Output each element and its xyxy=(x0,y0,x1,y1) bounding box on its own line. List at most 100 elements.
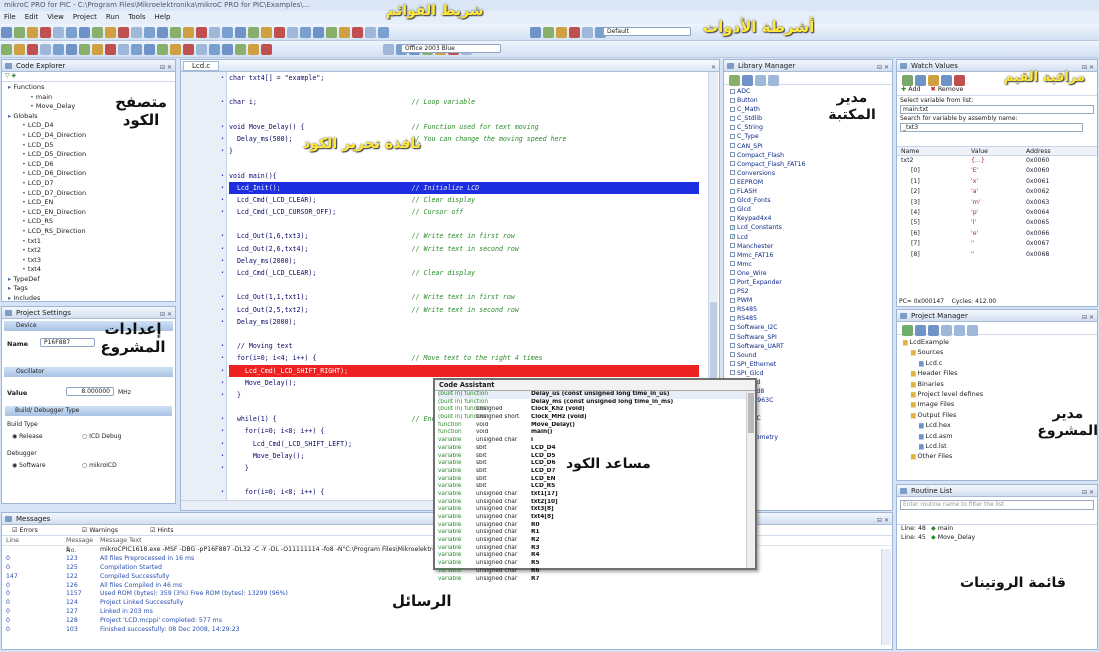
library-checkbox[interactable] xyxy=(730,270,735,276)
library-checkbox[interactable] xyxy=(730,215,735,221)
library-item[interactable]: C_Type xyxy=(724,132,892,141)
explorer-item[interactable]: • LCD_D6 xyxy=(4,160,175,170)
theme-select[interactable]: Office 2003 Blue xyxy=(401,44,501,53)
library-item[interactable]: Software_UART xyxy=(724,342,892,351)
toolbar-icon[interactable] xyxy=(313,27,324,38)
toolbar-icon[interactable] xyxy=(378,27,389,38)
library-checkbox[interactable] xyxy=(730,361,735,367)
code-assistant-item[interactable]: variable unsigned char R3 xyxy=(438,545,755,553)
explorer-item[interactable]: ▸ Functions xyxy=(4,83,175,93)
watch-pause-icon[interactable] xyxy=(928,75,939,86)
library-checkbox[interactable]: ✓ xyxy=(730,224,735,230)
menu-item-run[interactable]: Run xyxy=(106,13,119,21)
project-tree-item[interactable]: ▆ Project level defines xyxy=(903,389,1097,399)
toolbar-icon[interactable] xyxy=(183,27,194,38)
build-type-group[interactable]: Build/ Debugger Type xyxy=(5,406,172,416)
toolbar-icon[interactable] xyxy=(79,27,90,38)
code-assistant-item[interactable]: variable unsigned char txt4[8] xyxy=(438,514,755,522)
toolbar-icon[interactable] xyxy=(118,27,129,38)
toolbar-icon[interactable] xyxy=(157,27,168,38)
code-line[interactable]: Lcd_Out(2,5,txt2); // Write text in seco… xyxy=(229,304,699,316)
toolbar-icon[interactable] xyxy=(248,44,259,55)
toolbar-icon[interactable] xyxy=(352,27,363,38)
code-line[interactable] xyxy=(229,328,699,340)
toolbar-icon[interactable] xyxy=(383,44,394,55)
toolbar-icon[interactable] xyxy=(1,27,12,38)
code-assistant-item[interactable]: variable sbit LCD_D4 xyxy=(438,445,755,453)
project-tree-item[interactable]: ▆ Header Files xyxy=(903,368,1097,378)
code-assistant-item[interactable]: variable unsigned char txt2[10] xyxy=(438,499,755,507)
explorer-item[interactable]: ▸ Includes xyxy=(4,294,175,304)
project-tree-item[interactable]: ▆ Lcd.lst xyxy=(903,441,1097,451)
explorer-item[interactable]: • LCD_D4_Direction xyxy=(4,131,175,141)
menu-item-project[interactable]: Project xyxy=(73,13,97,21)
code-assistant-item[interactable]: variable unsigned char R4 xyxy=(438,552,755,560)
code-assistant-item[interactable]: variable sbit LCD_RS xyxy=(438,483,755,491)
library-checkbox[interactable] xyxy=(730,152,735,158)
config-select[interactable]: Default xyxy=(603,27,691,36)
select-variable-dropdown[interactable]: main:txt xyxy=(900,105,1094,114)
library-checkbox[interactable] xyxy=(730,261,735,267)
toolbar-icon[interactable] xyxy=(209,44,220,55)
hints-checkbox[interactable]: ☑ Hints xyxy=(150,527,173,534)
code-line[interactable] xyxy=(229,218,699,230)
code-line[interactable]: Delay_ms(2000); xyxy=(229,316,699,328)
explorer-item[interactable]: ▸ TypeDef xyxy=(4,275,175,285)
explorer-item[interactable]: • LCD_RS xyxy=(4,217,175,227)
watch-row[interactable]: [7] '' 0x0067 xyxy=(897,239,1097,249)
library-checkbox[interactable] xyxy=(730,206,735,212)
code-line[interactable]: Lcd_Init(); // Initialize LCD xyxy=(229,181,699,194)
toolbar-icon[interactable] xyxy=(14,44,25,55)
toolbar-icon[interactable] xyxy=(131,27,142,38)
watch-add-button[interactable]: ✚ Add xyxy=(901,86,921,93)
toolbar-icon[interactable] xyxy=(261,27,272,38)
watch-row[interactable]: [3] 'm' 0x0063 xyxy=(897,198,1097,208)
device-name-select[interactable]: P16F887 xyxy=(40,338,95,347)
library-item[interactable]: Keypad4x4 xyxy=(724,214,892,223)
routine-row[interactable]: Line: 45 ◆ Move_Delay xyxy=(897,534,1097,543)
project-tree-item[interactable]: ▆ Sources xyxy=(903,347,1097,357)
messages-scrollbar[interactable] xyxy=(881,549,891,645)
explorer-item[interactable]: • txt2 xyxy=(4,246,175,256)
menu-item-tools[interactable]: Tools xyxy=(128,13,145,21)
code-line[interactable]: void Move_Delay() { // Function used for… xyxy=(229,121,699,133)
library-checkbox[interactable] xyxy=(730,179,735,185)
explorer-item[interactable]: • txt4 xyxy=(4,265,175,275)
toolbar-icon[interactable] xyxy=(582,27,593,38)
watch-row[interactable]: [8] '' 0x0068 xyxy=(897,250,1097,260)
tab-lcd-c[interactable]: Lcd.c xyxy=(183,61,220,71)
mikroicd-radio[interactable]: ○ mikroICD xyxy=(82,462,117,469)
code-line[interactable]: char i; // Loop variable xyxy=(229,96,699,108)
search-variable-input[interactable]: _txt3 xyxy=(900,123,1083,132)
toolbar-icon[interactable] xyxy=(222,44,233,55)
errors-checkbox[interactable]: ☑ Errors xyxy=(12,527,38,534)
toolbar-icon[interactable] xyxy=(543,27,554,38)
explorer-item[interactable]: • LCD_D5_Direction xyxy=(4,150,175,160)
watch-row[interactable]: [0] 'E' 0x0060 xyxy=(897,166,1097,176)
library-item[interactable]: Mmc xyxy=(724,260,892,269)
explorer-item[interactable]: • LCD_D5 xyxy=(4,141,175,151)
code-assistant-item[interactable]: (built in) function Delay_us (const unsig… xyxy=(438,391,755,399)
code-line[interactable]: Lcd_Cmd(_LCD_CLEAR); // Clear display xyxy=(229,194,699,206)
toolbar-icon[interactable] xyxy=(248,27,259,38)
library-item[interactable]: ✓ Lcd_Constants xyxy=(724,223,892,232)
watch-row[interactable]: [6] 'e' 0x0066 xyxy=(897,229,1097,239)
library-uncheck-icon[interactable] xyxy=(755,75,766,86)
library-checkbox[interactable] xyxy=(730,315,735,321)
toolbar-icon[interactable] xyxy=(261,44,272,55)
toolbar-icon[interactable] xyxy=(27,27,38,38)
explorer-item[interactable]: ▸ Tags xyxy=(4,284,175,294)
code-assistant-item[interactable]: (built in) function Delay_ms (const unsig… xyxy=(438,399,755,407)
library-checkbox[interactable] xyxy=(730,352,735,358)
warnings-checkbox[interactable]: ☑ Warnings xyxy=(82,527,118,534)
code-line[interactable]: Lcd_Cmd(_LCD_CURSOR_OFF); // Cursor off xyxy=(229,206,699,218)
library-item[interactable]: PS2 xyxy=(724,287,892,296)
library-checkbox[interactable] xyxy=(730,88,735,94)
explorer-item[interactable]: • LCD_D7 xyxy=(4,179,175,189)
explorer-item[interactable]: • LCD_D6_Direction xyxy=(4,169,175,179)
explorer-item[interactable]: • LCD_EN_Direction xyxy=(4,208,175,218)
library-item[interactable]: CAN_SPI xyxy=(724,142,892,151)
menu-item-edit[interactable]: Edit xyxy=(25,13,39,21)
library-checkbox[interactable] xyxy=(730,243,735,249)
toolbar-icon[interactable] xyxy=(66,44,77,55)
